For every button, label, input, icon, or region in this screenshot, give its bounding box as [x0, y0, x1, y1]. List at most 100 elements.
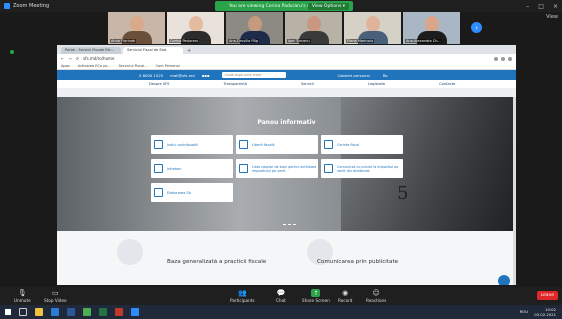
bookmark-item[interactable]: Apps [61, 64, 70, 68]
participant-tile[interactable]: Elena Marinoiu [344, 12, 401, 44]
info-cards: Indici contribuabili Liberă fiscală Ceri… [151, 135, 421, 202]
section-heading[interactable]: Baza generalizată a practicii fiscale [167, 259, 266, 265]
search-icon[interactable] [19, 308, 27, 316]
leave-button[interactable]: Leave [536, 291, 558, 300]
carousel-dots[interactable] [283, 224, 296, 225]
file-explorer-icon[interactable] [35, 308, 43, 316]
extension-icon[interactable] [501, 56, 505, 61]
participant-face [307, 16, 321, 32]
scrollbar[interactable] [513, 97, 516, 285]
browser-address-bar: ← → ⟳ sfs.md/ro/home [57, 54, 516, 63]
unmute-button[interactable]: 🎙 Unmute [14, 289, 31, 303]
nav-item[interactable]: Legislatie [368, 82, 385, 86]
login-link[interactable]: Cabinet personal [337, 73, 369, 78]
profile-icon[interactable] [508, 56, 512, 61]
outlook-icon[interactable] [51, 308, 59, 316]
meeting-toolbar: 🎙 Unmute ▭ Stop Video 👥 Participants 💬 C… [0, 287, 562, 305]
close-icon[interactable]: × [553, 3, 558, 10]
pdf-icon[interactable] [115, 308, 123, 316]
nav-item[interactable]: Servicii [301, 82, 314, 86]
participant-face [248, 16, 262, 32]
participant-tile[interactable]: Ana-Drusilla Filip [226, 12, 283, 44]
record-button[interactable]: ◉ Record [338, 289, 352, 303]
info-card[interactable]: Liberă fiscală [236, 135, 318, 154]
panel-title: Panou informativ [257, 119, 316, 126]
participants-button[interactable]: 👥 Participants [230, 289, 255, 303]
share-screen-button[interactable]: ↑ Share Screen [302, 289, 330, 303]
info-card-label: Cerinte fiscal [337, 142, 360, 147]
reactions-button[interactable]: ☺ Reactions [366, 289, 386, 303]
site-search-input[interactable]: Caută după orice cheie [222, 72, 287, 78]
document-icon [154, 188, 163, 197]
chat-label: Chat [276, 298, 286, 303]
participant-name: Ana-Drusilla Filip [228, 39, 260, 43]
language-selector[interactable]: Ro [383, 73, 388, 78]
nav-item[interactable]: Contacte [439, 82, 455, 86]
participant-tile[interactable]: Igor Turcanu [285, 12, 342, 44]
document-icon [239, 164, 248, 173]
hero-banner: 5 Panou informativ Indici contribuabili … [57, 97, 516, 231]
maximize-icon[interactable]: □ [538, 3, 544, 10]
chat-icon: 💬 [276, 289, 286, 297]
lower-section: Baza generalizată a practicii fiscale Co… [57, 231, 516, 285]
new-tab-icon[interactable]: + [187, 48, 191, 54]
reload-icon[interactable]: ⟳ [76, 56, 79, 61]
back-icon[interactable]: ← [61, 56, 64, 61]
participant-name: Ana-Alexandra Ch... [405, 39, 442, 43]
chat-bubble-icon[interactable] [498, 275, 510, 285]
participant-tile[interactable]: Corina Paduraru [167, 12, 224, 44]
chrome-icon[interactable] [83, 308, 91, 316]
gallery-view-button[interactable]: View [546, 14, 558, 20]
word-icon[interactable] [67, 308, 75, 316]
windows-start-icon[interactable] [5, 309, 11, 315]
bookmarks-bar: Apps Activarea ECo ps... Serviciul Fisca… [57, 63, 516, 70]
phone-link[interactable]: 0 8000 1525 [139, 73, 163, 78]
next-page-arrow-icon[interactable]: › [471, 22, 482, 33]
social-icons[interactable]: ▪▪▪ [202, 73, 210, 78]
clock-date[interactable]: 03.02.2021 [534, 312, 556, 317]
info-card-label: Elaborarea Sb [167, 190, 191, 195]
info-card[interactable]: Cerinte fiscal [321, 135, 403, 154]
participant-tile[interactable]: Ana-Alexandra Ch... [403, 12, 460, 44]
minimize-icon[interactable]: – [526, 3, 529, 10]
participant-name: Corina Paduraru [169, 39, 200, 43]
info-card-label: Comunicat cu privire la impozitul pe ven… [337, 164, 399, 173]
url-field[interactable]: sfs.md/ro/home [83, 56, 114, 61]
excel-icon[interactable] [99, 308, 107, 316]
view-options-button[interactable]: View Options ▾ [307, 2, 349, 10]
browser-tab-active[interactable]: Serviciul Fiscal de Stat [123, 47, 183, 54]
participants-label: Participants [230, 298, 255, 303]
forward-icon[interactable]: → [68, 56, 71, 61]
viewing-banner: You are viewing Corina Paduraru's screen… [215, 1, 353, 11]
info-card[interactable]: Intrebari [151, 159, 233, 178]
browser-tab[interactable]: Portal - Servicii Fiscale Ele... [61, 47, 121, 54]
video-camera-icon: ▭ [51, 289, 59, 297]
email-link[interactable]: mail@sfs.md [170, 73, 195, 78]
participant-name: Elena Marinoiu [346, 39, 374, 43]
input-language[interactable]: ROU [520, 309, 528, 314]
record-label: Record [338, 298, 353, 303]
document-icon [324, 140, 333, 149]
info-card[interactable]: Elaborarea Sb [151, 183, 233, 202]
participant-face [425, 16, 439, 32]
bookmark-item[interactable]: Cont Personal [156, 64, 180, 68]
window-controls: – □ × [526, 3, 558, 10]
section-heading[interactable]: Comunicarea prin publicitate [317, 259, 398, 265]
participant-gallery: Anna Florinah Corina Paduraru Ana-Drusilla… [108, 12, 460, 44]
nav-item[interactable]: Despre SFS [149, 82, 169, 86]
bookmark-item[interactable]: Serviciul Fiscal... [119, 64, 148, 68]
bookmark-item[interactable]: Activarea ECo ps... [78, 64, 111, 68]
zoom-icon[interactable] [131, 308, 139, 316]
info-card[interactable]: Lista caselor de bani pentru achitarea i… [236, 159, 318, 178]
nav-item[interactable]: Transparență [223, 82, 246, 86]
stop-video-button[interactable]: ▭ Stop Video [44, 289, 67, 303]
participant-name: Igor Turcanu [287, 39, 311, 43]
document-icon [324, 164, 333, 173]
info-card[interactable]: Indici contribuabili [151, 135, 233, 154]
participant-tile[interactable]: Anna Florinah [108, 12, 165, 44]
chat-button[interactable]: 💬 Chat [276, 289, 286, 303]
info-card[interactable]: Comunicat cu privire la impozitul pe ven… [321, 159, 403, 178]
extensions [494, 56, 512, 61]
participant-face [366, 16, 380, 32]
extension-icon[interactable] [494, 56, 498, 61]
